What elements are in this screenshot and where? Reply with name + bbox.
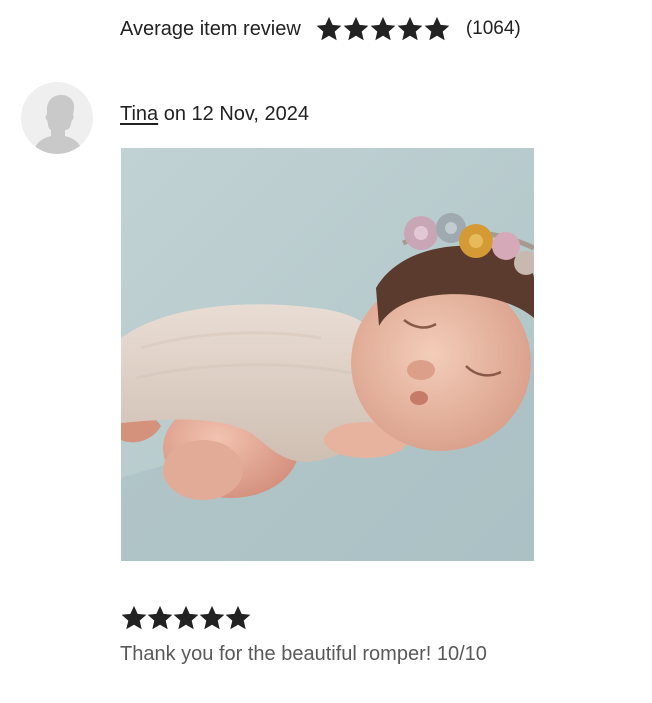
reviewer-line: Tina on 12 Nov, 2024: [120, 103, 309, 126]
review-text: Thank you for the beautiful romper! 10/1…: [120, 643, 487, 665]
average-review-label: Average item review: [120, 17, 301, 40]
average-rating-stars: [315, 15, 450, 43]
star-icon: [173, 605, 199, 630]
newborn-baby-photo-icon: [121, 148, 534, 561]
review-rating-stars: [120, 604, 251, 632]
average-review-summary: Average item review (1064): [120, 12, 521, 46]
star-icon: [147, 605, 173, 630]
star-icon: [121, 605, 147, 630]
star-icon: [225, 605, 251, 630]
review-photo[interactable]: [121, 148, 534, 561]
star-icon: [343, 16, 369, 41]
star-icon: [424, 16, 450, 41]
star-icon: [397, 16, 423, 41]
reviewer-name-link[interactable]: Tina: [120, 103, 158, 125]
star-icon: [316, 16, 342, 41]
user-silhouette-icon: [35, 95, 81, 154]
star-icon: [370, 16, 396, 41]
review-count: (1064): [465, 18, 521, 39]
star-icon: [199, 605, 225, 630]
review-date: on 12 Nov, 2024: [158, 103, 310, 125]
avatar: [21, 82, 93, 154]
